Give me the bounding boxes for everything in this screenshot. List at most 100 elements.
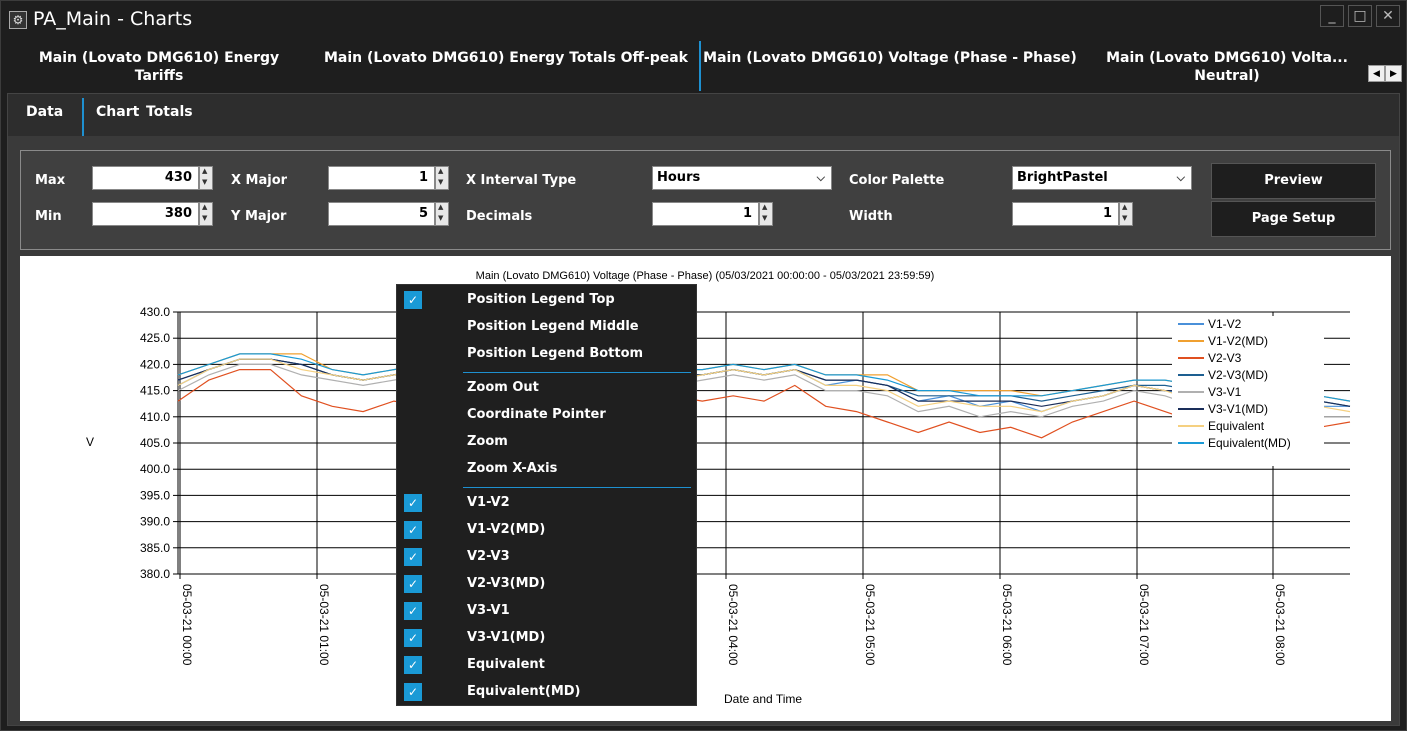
chart-panel: Data Chart Totals Max 430 Min 380 X Majo… [7,93,1400,726]
context-menu-label: V2-V3 [467,549,510,564]
y-tick-label: 420.0 [140,357,170,371]
context-menu-label: V2-V3(MD) [467,576,546,591]
tab-scroll-right-icon[interactable]: ▶ [1385,65,1402,82]
x-tick-label: 05-03-21 05:00 [863,584,877,666]
y-tick-label: 390.0 [140,515,170,529]
checkmark-icon: ✓ [404,602,422,620]
context-menu-item[interactable]: Coordinate Pointer [397,402,696,429]
ymajor-input[interactable]: 5 [328,202,435,226]
xmajor-input[interactable]: 1 [328,166,435,190]
close-button[interactable]: ✕ [1376,5,1400,27]
decimals-input[interactable]: 1 [652,202,759,226]
tab-energy-totals-offpeak[interactable]: Main (Lovato DMG610) Energy Totals Off-p… [321,41,691,91]
min-spinner[interactable] [199,202,213,226]
legend-entry: Equivalent(MD) [1208,436,1291,450]
context-menu-label: Coordinate Pointer [467,407,606,422]
y-tick-label: 385.0 [140,541,170,555]
chart-area[interactable]: Main (Lovato DMG610) Voltage (Phase - Ph… [20,256,1391,721]
y-tick-label: 410.0 [140,410,170,424]
context-menu-label: V3-V1(MD) [467,630,546,645]
context-menu-item[interactable]: ✓ V2-V3 [397,544,696,571]
context-menu-item[interactable]: Position Legend Middle [397,314,696,341]
decimals-spinner[interactable] [759,202,773,226]
xinterval-select[interactable]: Hours ⌵ [652,166,832,190]
context-menu-label: V1-V2(MD) [467,522,546,537]
context-menu-item[interactable]: Zoom Out [397,375,696,402]
context-menu-label: Equivalent(MD) [467,684,581,699]
view-tabs: Data Chart Totals [8,94,1399,136]
min-label: Min [35,209,62,224]
tab-voltage-phase-phase[interactable]: Main (Lovato DMG610) Voltage (Phase - Ph… [699,41,1079,91]
chart-page: Max 430 Min 380 X Major 1 Y Major 5 X In… [8,136,1399,725]
context-menu-item[interactable]: ✓ V2-V3(MD) [397,571,696,598]
checkmark-icon: ✓ [404,548,422,566]
tab-data[interactable]: Data [26,104,63,120]
window-title: PA_Main - Charts [33,8,193,30]
x-tick-label: 05-03-21 07:00 [1137,584,1151,666]
context-menu-item[interactable]: ✓ V3-V1(MD) [397,625,696,652]
preview-button[interactable]: Preview [1211,163,1376,199]
ymajor-spinner[interactable] [435,202,449,226]
window-controls: _ □ ✕ [1320,5,1400,27]
min-input[interactable]: 380 [92,202,199,226]
y-tick-label: 400.0 [140,462,170,476]
width-spinner[interactable] [1119,202,1133,226]
tab-voltage-phase-neutral[interactable]: Main (Lovato DMG610) Volta... Neutral) [1099,41,1355,91]
xinterval-value: Hours [657,170,701,185]
palette-select[interactable]: BrightPastel ⌵ [1012,166,1192,190]
tab-totals[interactable]: Totals [146,104,193,120]
tab-scroll-left-icon[interactable]: ◀ [1368,65,1385,82]
legend-entry: Equivalent [1208,419,1265,433]
y-tick-label: 395.0 [140,488,170,502]
decimals-label: Decimals [466,209,533,224]
context-menu-item[interactable]: Position Legend Bottom [397,341,696,368]
max-input[interactable]: 430 [92,166,199,190]
voltage-chart[interactable]: Main (Lovato DMG610) Voltage (Phase - Ph… [20,256,1391,721]
menu-separator [463,372,691,373]
legend-entry: V2-V3(MD) [1208,368,1268,382]
ymajor-label: Y Major [231,209,287,224]
width-input[interactable]: 1 [1012,202,1119,226]
y-tick-label: 430.0 [140,305,170,319]
charts-window: ⚙ PA_Main - Charts _ □ ✕ Main (Lovato DM… [0,0,1407,731]
context-menu-label: Zoom Out [467,380,539,395]
context-menu-label: V1-V2 [467,495,510,510]
palette-label: Color Palette [849,173,945,188]
context-menu-item[interactable]: ✓ Position Legend Top [397,287,696,314]
context-menu-label: Equivalent [467,657,545,672]
tab-energy-tariffs[interactable]: Main (Lovato DMG610) Energy Tariffs [19,41,299,91]
x-tick-label: 05-03-21 00:00 [180,584,194,666]
maximize-button[interactable]: □ [1348,5,1372,27]
context-menu-item[interactable]: Zoom X-Axis [397,456,696,483]
context-menu-label: Zoom [467,434,508,449]
max-spinner[interactable] [199,166,213,190]
page-setup-button[interactable]: Page Setup [1211,201,1376,237]
tab-chart[interactable]: Chart [96,104,139,120]
legend-entry: V1-V2(MD) [1208,334,1268,348]
y-tick-label: 380.0 [140,567,170,581]
checkmark-icon: ✓ [404,521,422,539]
checkmark-icon: ✓ [404,656,422,674]
context-menu-item[interactable]: ✓ Equivalent(MD) [397,679,696,706]
xmajor-label: X Major [231,173,288,188]
xinterval-label: X Interval Type [466,173,577,188]
context-menu-item[interactable]: ✓ V1-V2 [397,490,696,517]
context-menu-item[interactable]: ✓ Equivalent [397,652,696,679]
context-menu-item[interactable]: ✓ V3-V1 [397,598,696,625]
checkmark-icon: ✓ [404,575,422,593]
y-axis-label: V [86,435,94,449]
x-tick-label: 05-03-21 01:00 [317,584,331,666]
context-menu-item[interactable]: ✓ V1-V2(MD) [397,517,696,544]
legend-entry: V3-V1 [1208,385,1242,399]
minimize-button[interactable]: _ [1320,5,1344,27]
checkmark-icon: ✓ [404,494,422,512]
context-menu-label: Position Legend Middle [467,319,639,334]
palette-value: BrightPastel [1017,170,1108,185]
xmajor-spinner[interactable] [435,166,449,190]
y-tick-label: 425.0 [140,331,170,345]
max-label: Max [35,173,66,188]
context-menu-item[interactable]: Zoom [397,429,696,456]
y-tick-label: 415.0 [140,384,170,398]
tab-selected-indicator [82,98,84,136]
context-menu-label: V3-V1 [467,603,510,618]
